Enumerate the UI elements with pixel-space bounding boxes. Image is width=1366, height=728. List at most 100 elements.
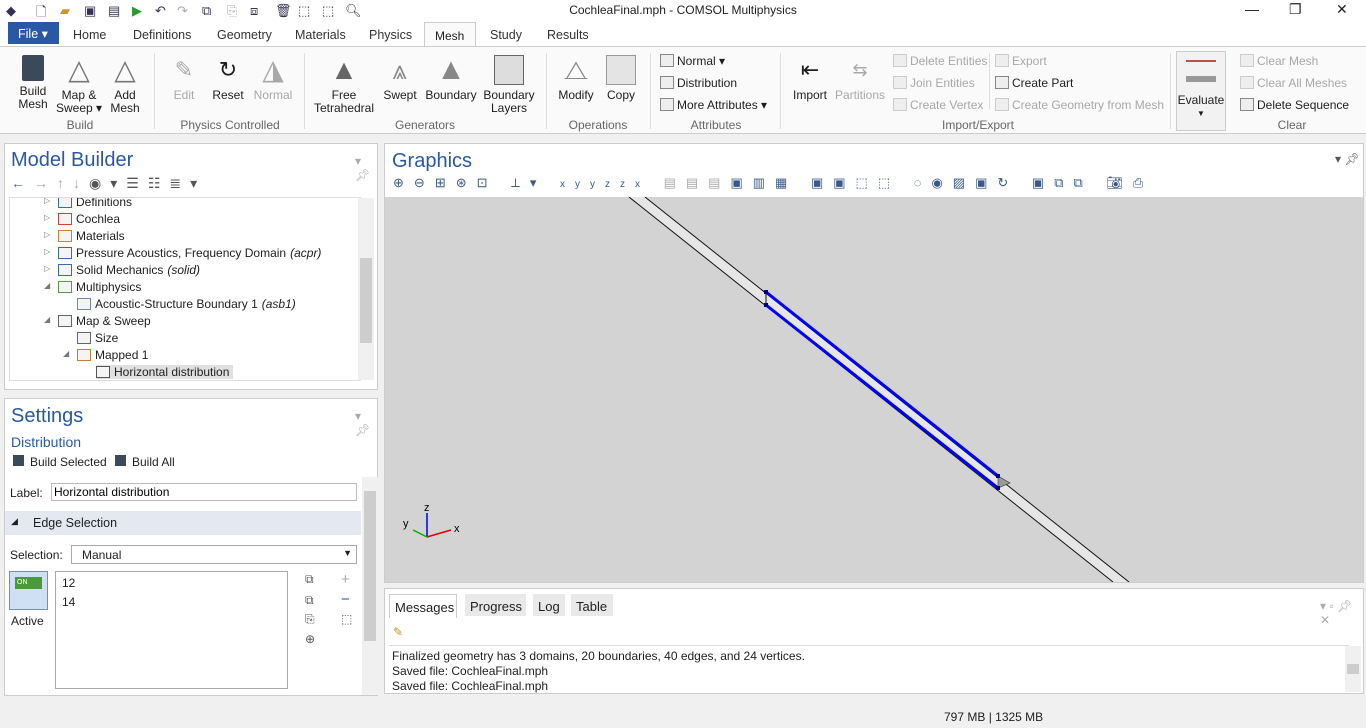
label-input[interactable] — [51, 483, 357, 501]
active-toggle[interactable]: ON — [9, 571, 48, 610]
up-icon[interactable]: ↑ — [57, 175, 73, 191]
expand-icon[interactable]: ☷ — [148, 175, 170, 191]
select-box-icon[interactable]: ▣▣⬚⬚ — [811, 175, 900, 190]
restore-button[interactable]: ❐ — [1289, 1, 1302, 18]
create-vertex-button[interactable]: Create Vertex — [893, 98, 983, 112]
view-options-icon[interactable]: ≣▾ — [169, 175, 206, 191]
forward-icon[interactable]: → — [34, 175, 57, 191]
map-sweep-button[interactable]: △ Map & Sweep ▾ — [56, 55, 102, 115]
free-tetrahedral-button[interactable]: ▲ Free Tetrahedral — [312, 55, 376, 115]
panel-menu-icon[interactable]: ▾ 📌︎ — [1335, 152, 1360, 166]
selection-dropdown[interactable]: Manual ▼ — [71, 545, 357, 564]
tree-item[interactable]: ◢ Map & Sweep — [44, 314, 151, 328]
tab-results[interactable]: Results — [547, 28, 589, 42]
clear-all-meshes-button[interactable]: Clear All Meshes — [1240, 76, 1347, 90]
settings-scrollbar[interactable] — [362, 477, 378, 695]
remove-icon[interactable]: − — [341, 591, 350, 608]
messages-scrollbar[interactable] — [1345, 646, 1361, 692]
zoom-box-icon[interactable]: ⊞ — [435, 175, 456, 190]
select-from-graphics-icon[interactable]: ⧉ — [305, 572, 314, 587]
reset-button[interactable]: ↻ Reset — [208, 55, 248, 102]
clear-mesh-button[interactable]: Clear Mesh — [1240, 54, 1318, 68]
down-icon[interactable]: ↓ — [73, 175, 89, 191]
panel-menu-icon[interactable]: ▾ 📌︎ — [355, 154, 377, 182]
tree-item[interactable]: ▷ Cochlea — [44, 212, 120, 226]
evaluate-button[interactable]: Evaluate ▼ — [1176, 51, 1226, 131]
create-geometry-button[interactable]: Create Geometry from Mesh — [995, 98, 1164, 112]
tab-table[interactable]: Table — [571, 594, 613, 616]
expander-icon[interactable]: ▷ — [44, 213, 50, 222]
zoom-extents-icon[interactable]: ⊡ — [477, 175, 498, 190]
file-menu[interactable]: File ▾ — [8, 22, 59, 44]
hide-icon[interactable]: ◌◉▨▣↻ — [914, 175, 1019, 190]
scrollbar-thumb[interactable] — [360, 258, 372, 343]
panel-menu-icon[interactable]: ▾ 📌︎ — [355, 409, 377, 437]
edge-selection-section[interactable]: ◢ Edge Selection — [5, 511, 361, 535]
selection-list[interactable]: 12 14 — [55, 571, 288, 689]
boundary-button[interactable]: ▲ Boundary — [424, 55, 478, 102]
camera-icon[interactable]: 📷︎ — [1106, 175, 1133, 190]
collapse-icon[interactable]: ☰ — [126, 175, 148, 191]
add-mesh-button[interactable]: △ Add Mesh — [104, 55, 146, 115]
expander-icon[interactable]: ◢ — [44, 315, 50, 324]
tab-progress[interactable]: Progress — [465, 594, 526, 616]
export-button[interactable]: Export — [995, 54, 1047, 68]
tab-messages[interactable]: Messages — [389, 594, 457, 618]
scrollbar-thumb[interactable] — [1347, 664, 1359, 674]
swept-button[interactable]: ⩓ Swept — [380, 55, 420, 102]
partitions-button[interactable]: ⇆ Partitions — [832, 55, 888, 102]
transparency-icon[interactable]: ⧉⧉ — [1054, 175, 1093, 190]
tree-item[interactable]: ▷ Definitions — [44, 198, 132, 209]
tree-item[interactable]: ▷ Materials — [44, 229, 125, 243]
view-axes-icon[interactable]: ⟂▾ — [511, 175, 546, 190]
print-icon[interactable]: ⎙ — [1133, 175, 1153, 190]
tab-materials[interactable]: Materials — [295, 28, 346, 42]
zoom-selected-icon[interactable]: ⊕ — [305, 632, 315, 646]
tree-item[interactable]: ▷ Solid Mechanics (solid) — [44, 263, 200, 277]
build-selected-button[interactable]: Build Selected — [13, 455, 107, 469]
clear-messages-icon[interactable]: ✎ — [393, 625, 403, 639]
select-domain-icon[interactable]: ▤▤▤ — [664, 175, 731, 190]
more-attributes-dropdown[interactable]: More Attributes ▾ — [660, 98, 767, 112]
view-xy-icon[interactable]: xy — [560, 179, 590, 190]
normal-size-button[interactable]: ◮ Normal — [250, 55, 296, 102]
tree-scrollbar[interactable] — [358, 198, 374, 380]
tab-home[interactable]: Home — [73, 28, 106, 42]
tree-item[interactable]: Size — [77, 331, 118, 345]
panel-controls-icon[interactable]: ▾ ▫ 📌︎ ✕ — [1320, 599, 1363, 627]
distribution-button[interactable]: Distribution — [660, 76, 737, 90]
view-zx-icon[interactable]: zx — [620, 179, 650, 190]
tab-definitions[interactable]: Definitions — [133, 28, 191, 42]
add-icon[interactable]: + — [341, 571, 350, 588]
back-icon[interactable]: ← — [11, 175, 34, 191]
edit-button[interactable]: ✎ Edit — [166, 55, 202, 102]
expander-icon[interactable]: ▷ — [44, 264, 50, 273]
minimize-button[interactable]: — — [1245, 1, 1259, 17]
zoom-in-icon[interactable]: ⊕ — [393, 175, 414, 190]
tab-geometry[interactable]: Geometry — [217, 28, 272, 42]
expander-icon[interactable]: ▷ — [44, 198, 50, 205]
normal-dropdown[interactable]: Normal ▾ — [660, 54, 725, 68]
tree-item[interactable]: ▷ Pressure Acoustics, Frequency Domain (ac… — [44, 246, 321, 260]
expander-icon[interactable]: ▷ — [44, 247, 50, 256]
tree-item[interactable]: Horizontal distribution — [96, 365, 234, 379]
create-part-button[interactable]: Create Part — [995, 76, 1073, 90]
copy-selection-icon[interactable]: ⧉ — [305, 593, 314, 608]
scene-light-icon[interactable]: ▣ — [1032, 175, 1054, 190]
tab-study[interactable]: Study — [490, 28, 522, 42]
delete-sequence-button[interactable]: Delete Sequence — [1240, 98, 1349, 112]
copy-button[interactable]: Copy — [602, 55, 640, 102]
close-button[interactable]: ✕ — [1336, 1, 1348, 18]
paste-selection-icon[interactable]: ⎘ — [305, 612, 315, 627]
view-yz-icon[interactable]: yz — [590, 179, 620, 190]
graphics-canvas[interactable]: z x y — [385, 197, 1363, 582]
zoom-out-icon[interactable]: ⊖ — [414, 175, 435, 190]
modify-button[interactable]: ⧍ Modify — [555, 55, 597, 102]
tab-mesh[interactable]: Mesh — [424, 22, 476, 48]
delete-entities-button[interactable]: Delete Entities — [893, 54, 987, 68]
show-icon[interactable]: ◉▾ — [89, 175, 126, 191]
select-points-icon[interactable]: ▥▦ — [753, 175, 798, 190]
tab-physics[interactable]: Physics — [369, 28, 412, 42]
tree-item[interactable]: ◢ Mapped 1 — [63, 348, 148, 362]
list-item[interactable]: 12 — [62, 576, 75, 590]
